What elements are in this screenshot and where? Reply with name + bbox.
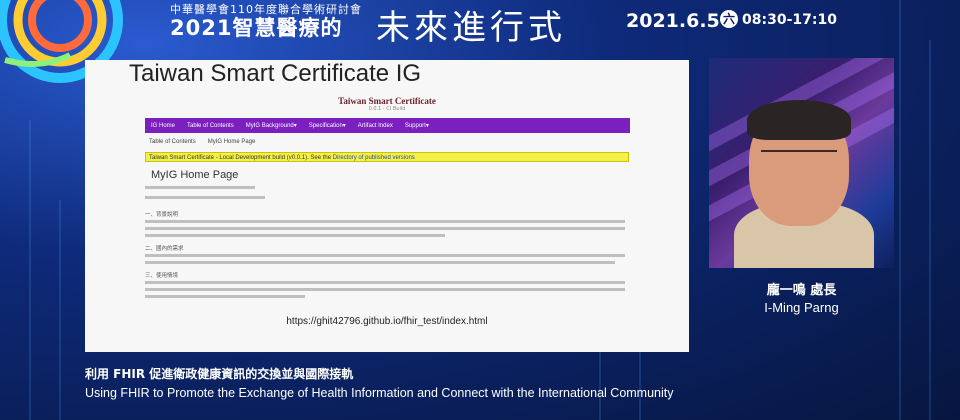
text-line — [145, 220, 625, 223]
nav-item-myig-background[interactable]: MyIG Background▾ — [240, 122, 303, 129]
conference-time: 08:30-17:10 — [742, 12, 837, 28]
conference-weekday-badge: 六 — [720, 10, 738, 28]
text-line — [145, 196, 265, 199]
slide-url: https://ghit42796.github.io/fhir_test/in… — [286, 316, 488, 327]
text-line — [145, 281, 625, 284]
presentation-slide: Taiwan Smart Certificate IG Taiwan Smart… — [85, 60, 689, 352]
conference-date: 2021.6.5 — [626, 10, 720, 32]
section-heading: 一、背景說明 — [145, 212, 179, 218]
breadcrumb-item: MyIG Home Page — [207, 139, 256, 145]
speaker-video — [709, 58, 894, 268]
text-line — [145, 227, 625, 230]
conference-title-future: 未來進行式 — [376, 8, 566, 48]
speaker-name-zh: 龐一鳴 處長 — [766, 283, 837, 298]
ig-navbar: IG Home Table of Contents MyIG Backgroun… — [145, 118, 630, 133]
talk-title-en: Using FHIR to Promote the Exchange of He… — [85, 386, 674, 400]
conference-header: 中華醫學會110年度聯合學術研討會 2021智慧醫療的 未來進行式 2021.6… — [170, 0, 960, 48]
slide-title: Taiwan Smart Certificate IG — [129, 60, 422, 87]
text-line — [145, 254, 625, 257]
ig-site-version: 0.0.1 - CI Build — [368, 106, 406, 112]
nav-item-support[interactable]: Support▾ — [399, 122, 435, 129]
nav-item-specification[interactable]: Specification▾ — [303, 122, 352, 129]
conference-title-main: 2021智慧醫療的 — [170, 16, 343, 40]
text-line — [145, 261, 615, 264]
talk-title-zh: 利用 FHIR 促進衛政健康資訊的交換並與國際接軌 — [85, 367, 354, 381]
breadcrumb: Table of Contents MyIG Home Page — [149, 139, 255, 145]
build-banner: Taiwan Smart Certificate - Local Develop… — [145, 152, 629, 162]
breadcrumb-item[interactable]: Table of Contents — [149, 139, 196, 145]
speaker-name-en: I-Ming Parng — [764, 300, 839, 315]
nav-item-artifact-index[interactable]: Artifact Index — [352, 123, 399, 129]
page-heading: MyIG Home Page — [151, 169, 239, 181]
ig-site-title: Taiwan Smart Certificate — [338, 96, 436, 106]
text-line — [145, 295, 305, 298]
section-heading: 三、使用情境 — [145, 273, 179, 279]
nav-item-table-of-contents[interactable]: Table of Contents — [181, 123, 240, 129]
nav-item-ig-home[interactable]: IG Home — [145, 123, 181, 129]
section-heading: 二、國內的需求 — [145, 246, 184, 252]
banner-text: Taiwan Smart Certificate - Local Develop… — [149, 155, 333, 161]
published-versions-link[interactable]: Directory of published versions — [333, 155, 415, 161]
text-line — [145, 186, 255, 189]
speaker-hair — [747, 100, 851, 140]
text-line — [145, 234, 445, 237]
speaker-glasses — [761, 150, 837, 166]
text-line — [145, 288, 625, 291]
